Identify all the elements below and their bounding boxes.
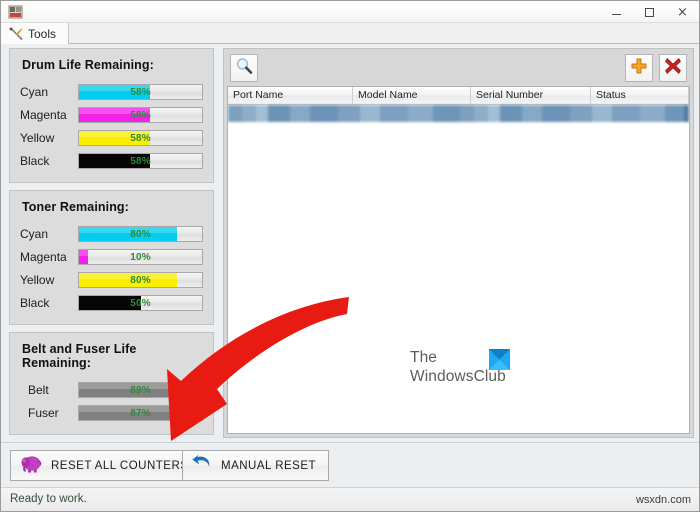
belt-label: Belt — [28, 383, 49, 397]
manual-reset-button[interactable]: MANUAL RESET — [182, 450, 330, 481]
toner-value-cyan: 80% — [130, 228, 151, 240]
device-list-header: Port Name Model Name Serial Number Statu… — [228, 87, 689, 105]
status-message: Ready to work. — [10, 493, 87, 505]
device-toolbar — [224, 49, 693, 86]
drum-value-cyan: 58% — [130, 86, 151, 98]
toner-label-magenta: Magenta — [20, 250, 67, 264]
belt-value: 89% — [130, 384, 151, 396]
reset-all-counters-button[interactable]: RESET ALL COUNTERS — [10, 450, 202, 481]
device-panel: Port Name Model Name Serial Number Statu… — [223, 48, 694, 438]
column-header-serial-number[interactable]: Serial Number — [471, 87, 591, 104]
belt-fuser-title: Belt and Fuser Life Remaining: — [22, 342, 137, 370]
tab-tools[interactable]: Tools — [1, 23, 70, 44]
status-bar: Ready to work. wsxdn.com — [1, 487, 699, 511]
window-controls: × — [600, 1, 699, 23]
reset-all-counters-label: RESET ALL COUNTERS — [51, 459, 189, 472]
toner-title: Toner Remaining: — [22, 200, 129, 214]
toner-row-magenta: Magenta 10% — [20, 246, 203, 268]
tab-label: Tools — [28, 26, 57, 41]
drum-label-cyan: Cyan — [20, 85, 49, 99]
toner-meter-cyan: 80% — [78, 226, 203, 242]
undo-arrow-icon — [191, 454, 213, 477]
column-header-port-name[interactable]: Port Name — [228, 87, 353, 104]
column-header-model-name[interactable]: Model Name — [353, 87, 471, 104]
fuser-label: Fuser — [28, 406, 59, 420]
tools-icon — [9, 27, 23, 41]
windowsclub-logo — [489, 349, 510, 370]
plus-icon — [630, 57, 648, 80]
drum-value-yellow: 58% — [130, 132, 151, 144]
toner-value-yellow: 80% — [130, 274, 151, 286]
drum-label-magenta: Magenta — [20, 108, 67, 122]
toner-label-black: Black — [20, 296, 50, 310]
toner-row-black: Black 50% — [20, 292, 203, 314]
column-header-status[interactable]: Status — [591, 87, 689, 104]
elephant-icon — [19, 454, 43, 478]
toner-value-black: 50% — [130, 297, 151, 309]
toner-value-magenta: 10% — [130, 251, 151, 263]
printer-tool-icon — [8, 5, 23, 19]
toner-label-yellow: Yellow — [20, 273, 55, 287]
drum-meter-magenta: 58% — [78, 107, 203, 123]
fuser-meter: 87% — [78, 405, 203, 421]
drum-life-panel: Drum Life Remaining: Cyan 58% Magenta 58… — [9, 48, 214, 183]
belt-row: Belt 89% — [20, 379, 203, 401]
drum-meter-yellow: 58% — [78, 130, 203, 146]
toner-meter-yellow: 80% — [78, 272, 203, 288]
action-button-bar: RESET ALL COUNTERS MANUAL RESET — [1, 442, 699, 487]
toner-meter-black: 50% — [78, 295, 203, 311]
drum-row-magenta: Magenta 58% — [20, 104, 203, 126]
belt-fuser-panel: Belt and Fuser Life Remaining: Belt 89% … — [9, 332, 214, 435]
search-button[interactable] — [230, 54, 258, 82]
manual-reset-label: MANUAL RESET — [221, 459, 317, 472]
maximize-button[interactable] — [633, 1, 666, 23]
minimize-button[interactable] — [600, 1, 633, 23]
tools-window: × Tools Drum Life Remaining: Cyan 58% Ma… — [0, 0, 700, 512]
belt-meter: 89% — [78, 382, 203, 398]
drum-meter-black: 58% — [78, 153, 203, 169]
drum-row-cyan: Cyan 58% — [20, 81, 203, 103]
toner-row-cyan: Cyan 80% — [20, 223, 203, 245]
add-device-button[interactable] — [625, 54, 653, 82]
red-x-icon — [664, 57, 682, 80]
magnifier-icon — [235, 57, 253, 80]
tab-strip: Tools — [1, 23, 699, 44]
toner-row-yellow: Yellow 80% — [20, 269, 203, 291]
drum-label-yellow: Yellow — [20, 131, 55, 145]
drum-meter-cyan: 58% — [78, 84, 203, 100]
delete-device-button[interactable] — [659, 54, 687, 82]
fuser-value: 87% — [130, 407, 151, 419]
drum-label-black: Black — [20, 154, 50, 168]
drum-value-black: 58% — [130, 155, 151, 167]
main-content: Drum Life Remaining: Cyan 58% Magenta 58… — [1, 44, 699, 442]
table-row[interactable] — [228, 105, 689, 122]
title-bar: × — [1, 1, 699, 23]
row-scroll-edge — [684, 105, 689, 122]
consumables-column: Drum Life Remaining: Cyan 58% Magenta 58… — [9, 48, 214, 435]
drum-value-magenta: 58% — [130, 109, 151, 121]
toner-panel: Toner Remaining: Cyan 80% Magenta 10% Ye… — [9, 190, 214, 325]
drum-row-black: Black 58% — [20, 150, 203, 172]
toner-label-cyan: Cyan — [20, 227, 49, 241]
drum-life-title: Drum Life Remaining: — [22, 58, 154, 72]
site-credit: wsxdn.com — [635, 494, 691, 506]
close-button[interactable]: × — [666, 1, 699, 23]
toner-meter-magenta: 10% — [78, 249, 203, 265]
fuser-row: Fuser 87% — [20, 402, 203, 424]
drum-row-yellow: Yellow 58% — [20, 127, 203, 149]
